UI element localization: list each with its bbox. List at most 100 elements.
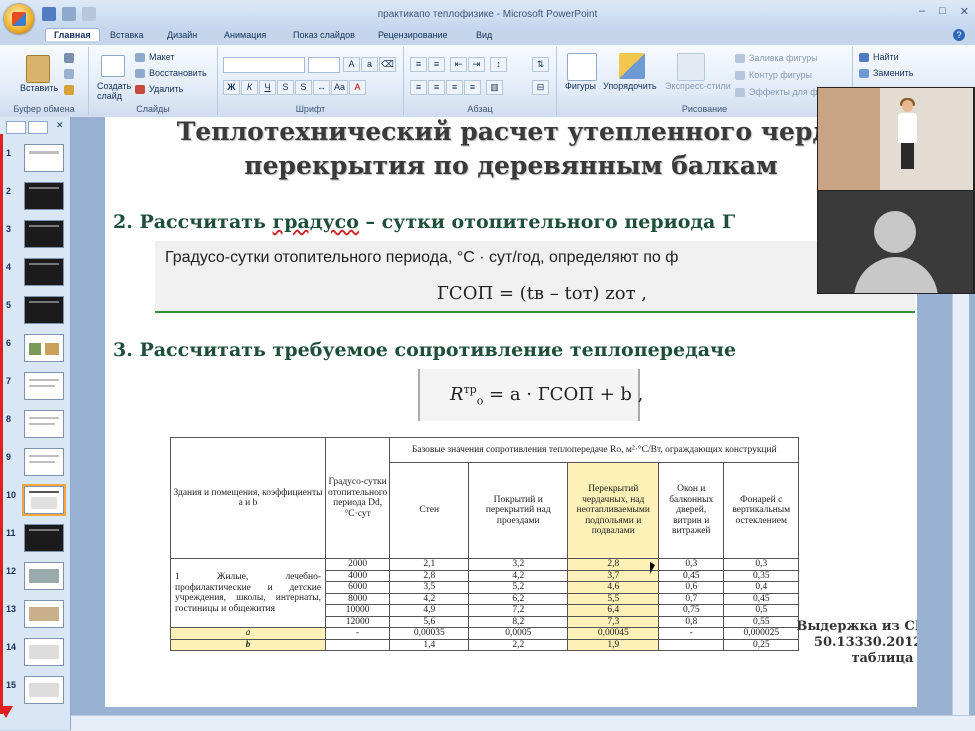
replace-button[interactable]: Заменить: [873, 68, 913, 78]
slide-thumbnail-5[interactable]: [24, 296, 64, 324]
header-walls: Стен: [389, 462, 470, 559]
slide-thumbnail-10[interactable]: [22, 484, 66, 516]
justify-icon[interactable]: ≡: [464, 80, 481, 95]
italic-icon[interactable]: К: [241, 80, 258, 95]
header-skylights: Фонарей с вертикальным остеклением: [723, 462, 800, 559]
slide-number: 15: [6, 680, 17, 690]
grow-font-icon[interactable]: A: [343, 57, 360, 72]
horizontal-scrollbar[interactable]: [71, 715, 975, 731]
columns-icon[interactable]: ▥: [486, 80, 503, 95]
slide-thumbnail-4[interactable]: [24, 258, 64, 286]
slides-tab-icon[interactable]: [6, 121, 26, 134]
table-cell: 0,45: [658, 569, 725, 582]
paragraph-group-label: Абзац: [467, 104, 493, 114]
close-panel-icon[interactable]: ✕: [56, 120, 64, 131]
layout-icon: [135, 53, 145, 62]
numbering-icon[interactable]: ≡: [428, 57, 445, 72]
minimize-icon[interactable]: –: [919, 5, 925, 18]
increase-indent-icon[interactable]: ⇥: [468, 57, 485, 72]
new-slide-button[interactable]: Создать слайд: [97, 81, 131, 101]
paste-icon[interactable]: [26, 55, 50, 83]
format-painter-icon[interactable]: [64, 85, 74, 95]
tab-view[interactable]: Вид: [476, 30, 492, 40]
slide-thumbnail-6[interactable]: [24, 334, 64, 362]
shape-outline-button[interactable]: Контур фигуры: [749, 70, 812, 80]
delete-button[interactable]: Удалить: [149, 84, 183, 94]
tab-insert[interactable]: Вставка: [110, 30, 143, 40]
table-cell: [658, 638, 725, 651]
reset-button[interactable]: Восстановить: [149, 68, 207, 78]
arrange-button[interactable]: Упорядочить: [603, 81, 657, 91]
slide-thumbnail-2[interactable]: [24, 182, 64, 210]
cut-icon[interactable]: [64, 53, 74, 63]
align-center-icon[interactable]: ≡: [428, 80, 445, 95]
shape-fill-button[interactable]: Заливка фигуры: [749, 53, 818, 63]
tab-review[interactable]: Рецензирование: [378, 30, 448, 40]
underline-icon[interactable]: Ч: [259, 80, 276, 95]
shrink-font-icon[interactable]: a: [361, 57, 378, 72]
new-slide-icon[interactable]: [101, 55, 125, 77]
close-icon[interactable]: ✕: [960, 5, 969, 18]
shapes-icon[interactable]: [567, 53, 597, 81]
case-icon[interactable]: Aa: [331, 80, 348, 95]
line-spacing-icon[interactable]: ↕: [490, 57, 507, 72]
find-button[interactable]: Найти: [873, 52, 899, 62]
layout-button[interactable]: Макет: [149, 52, 174, 62]
font-name-field[interactable]: [223, 57, 305, 73]
table-cell: 8,2: [468, 615, 569, 628]
slide-thumbnail-12[interactable]: [24, 562, 64, 590]
shape-effects-button[interactable]: Эффекты для ф: [749, 87, 818, 97]
table-cell: a: [170, 627, 326, 640]
strikethrough-icon[interactable]: S: [277, 80, 294, 95]
slide-thumbnail-8[interactable]: [24, 410, 64, 438]
help-icon[interactable]: ?: [953, 29, 965, 41]
arrange-icon[interactable]: [619, 53, 645, 79]
slide-number: 4: [6, 262, 12, 272]
align-left-icon[interactable]: ≡: [410, 80, 427, 95]
text-direction-icon[interactable]: ⇅: [532, 57, 549, 72]
slide-thumbnail-15[interactable]: [24, 676, 64, 704]
tab-animation[interactable]: Анимация: [224, 30, 266, 40]
font-size-field[interactable]: [308, 57, 340, 73]
shapes-button[interactable]: Фигуры: [565, 81, 596, 91]
align-right-icon[interactable]: ≡: [446, 80, 463, 95]
paste-button[interactable]: Вставить: [20, 83, 58, 93]
quick-styles-icon[interactable]: [677, 53, 705, 81]
align-text-icon[interactable]: ⊟: [532, 80, 549, 95]
tab-slideshow[interactable]: Показ слайдов: [293, 30, 355, 40]
clear-format-icon[interactable]: ⌫: [379, 57, 396, 72]
quick-styles-button[interactable]: Экспресс-стили: [665, 81, 731, 91]
gsop-formula-image: Градусо-сутки отопительного периода, °С …: [155, 241, 915, 313]
tab-home[interactable]: Главная: [45, 28, 100, 41]
bold-icon[interactable]: Ж: [223, 80, 240, 95]
slide-title-line1: Теплотехнический расчет утепленного черд…: [176, 117, 846, 146]
table-cell: 0,00035: [389, 627, 470, 640]
slide-thumbnail-14[interactable]: [24, 638, 64, 666]
presenter-figure: [896, 98, 918, 170]
table-cell: 0,8: [658, 615, 725, 628]
slide-thumbnail-13[interactable]: [24, 600, 64, 628]
table-cell: 12000: [324, 615, 391, 628]
table-row: 1 Жилые, лечебно-профилактические и детс…: [170, 558, 800, 628]
find-icon: [859, 53, 869, 62]
slide-thumbnail-9[interactable]: [24, 448, 64, 476]
shadow-icon[interactable]: S: [295, 80, 312, 95]
maximize-icon[interactable]: □: [939, 5, 946, 18]
slide-thumbnail-1[interactable]: [24, 144, 64, 172]
slide-thumbnail-11[interactable]: [24, 524, 64, 552]
slide-thumbnail-3[interactable]: [24, 220, 64, 248]
table-cell: 1,4: [389, 638, 470, 651]
slide-thumbnail-7[interactable]: [24, 372, 64, 400]
header-degree-days: Градусо-сутки отопительного периода Dd, …: [324, 437, 391, 559]
slide-canvas[interactable]: Теплотехнический расчет утепленного черд…: [105, 117, 917, 707]
decrease-indent-icon[interactable]: ⇤: [450, 57, 467, 72]
spacing-icon[interactable]: ↔: [313, 80, 330, 95]
office-button[interactable]: [4, 4, 34, 34]
tab-design[interactable]: Дизайн: [167, 30, 197, 40]
bullets-icon[interactable]: ≡: [410, 57, 427, 72]
font-color-icon[interactable]: A: [349, 80, 366, 95]
outline-tab-icon[interactable]: [28, 121, 48, 134]
table-row-b: b 1,4 2,2 1,9 0,25: [170, 638, 800, 651]
copy-icon[interactable]: [64, 69, 74, 79]
table-cell: 2,2: [468, 638, 569, 651]
